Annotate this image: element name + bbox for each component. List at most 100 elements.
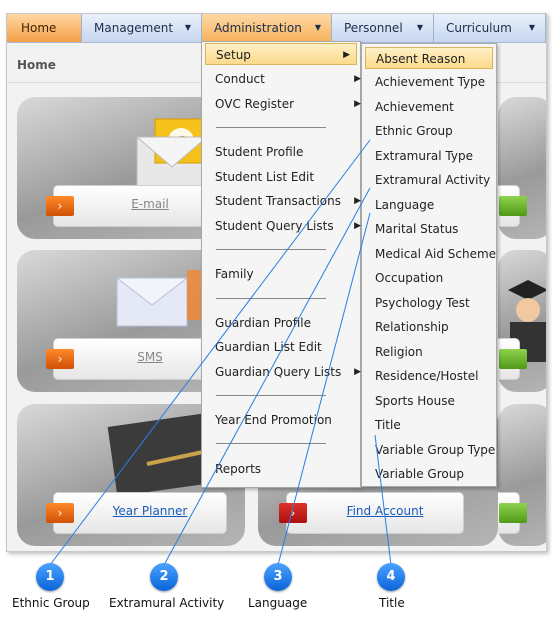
nav-administration-label: Administration bbox=[214, 21, 302, 35]
year-planner-button[interactable]: › Year Planner bbox=[46, 492, 227, 534]
chevron-right-icon bbox=[499, 196, 527, 216]
menu-item-student-query-lists[interactable]: Student Query Lists ▶ bbox=[205, 215, 367, 237]
menu-item-label: Conduct bbox=[215, 72, 265, 86]
menu-separator bbox=[216, 298, 326, 299]
find-account-label: Find Account bbox=[346, 504, 424, 518]
submenu-item-label: Title bbox=[375, 418, 401, 432]
submenu-item-label: Occupation bbox=[375, 271, 444, 285]
menu-item-label: Setup bbox=[216, 48, 251, 62]
nav-administration[interactable]: Administration ▼ bbox=[202, 14, 332, 42]
menu-item-label: Student Profile bbox=[215, 145, 304, 159]
submenu-item-label: Achievement bbox=[375, 100, 454, 114]
callout-4: 4 bbox=[377, 563, 405, 591]
submenu-item-absent-reason[interactable]: Absent Reason bbox=[365, 47, 493, 69]
callout-3: 3 bbox=[264, 563, 292, 591]
menu-item-guardian-list-edit[interactable]: Guardian List Edit bbox=[205, 336, 367, 358]
submenu-item-achievement[interactable]: Achievement bbox=[365, 96, 503, 118]
email-label: E-mail bbox=[131, 197, 169, 211]
submenu-item-label: Variable Group Type bbox=[375, 443, 496, 457]
menu-item-ovc-register[interactable]: OVC Register ▶ bbox=[205, 93, 367, 115]
submenu-item-variable-group-type[interactable]: Variable Group Type bbox=[365, 439, 503, 461]
callout-1-caption: Ethnic Group bbox=[12, 596, 90, 610]
submenu-item-label: Absent Reason bbox=[376, 52, 466, 66]
menu-item-label: Guardian Query Lists bbox=[215, 365, 342, 379]
submenu-item-religion[interactable]: Religion bbox=[365, 341, 503, 363]
submenu-item-label: Sports House bbox=[375, 394, 455, 408]
menu-separator bbox=[216, 127, 326, 128]
submenu-item-language[interactable]: Language bbox=[365, 194, 503, 216]
submenu-item-title[interactable]: Title bbox=[365, 414, 503, 436]
menu-item-label: Student List Edit bbox=[215, 170, 315, 184]
submenu-item-relationship[interactable]: Relationship bbox=[365, 316, 503, 338]
menu-item-guardian-query-lists[interactable]: Guardian Query Lists ▶ bbox=[205, 361, 367, 383]
chevron-down-icon: ▼ bbox=[314, 23, 321, 32]
menu-item-year-end-promotion[interactable]: Year End Promotion bbox=[205, 409, 367, 431]
submenu-item-sports-house[interactable]: Sports House bbox=[365, 390, 503, 412]
tile-right-3 bbox=[498, 404, 546, 546]
menu-item-conduct[interactable]: Conduct ▶ bbox=[205, 68, 367, 90]
chevron-right-icon: › bbox=[46, 349, 74, 369]
chevron-down-icon: ▼ bbox=[528, 23, 535, 32]
menu-item-setup[interactable]: Setup ▶ bbox=[205, 43, 357, 65]
nav-home[interactable]: Home bbox=[7, 14, 82, 42]
submenu-item-label: Language bbox=[375, 198, 435, 212]
submenu-item-medical-aid-scheme[interactable]: Medical Aid Scheme bbox=[365, 243, 503, 265]
submenu-item-label: Variable Group bbox=[375, 467, 464, 481]
submenu-item-ethnic-group[interactable]: Ethnic Group bbox=[365, 120, 503, 142]
nav-management-label: Management bbox=[94, 21, 174, 35]
submenu-item-psychology-test[interactable]: Psychology Test bbox=[365, 292, 503, 314]
chevron-right-icon: ▶ bbox=[354, 99, 361, 109]
submenu-item-label: Psychology Test bbox=[375, 296, 470, 310]
tile-right-1 bbox=[498, 97, 546, 239]
chevron-right-icon: › bbox=[46, 196, 74, 216]
menu-item-student-list-edit[interactable]: Student List Edit bbox=[205, 166, 367, 188]
callout-2-caption: Extramural Activity bbox=[109, 596, 225, 610]
submenu-item-label: Medical Aid Scheme bbox=[375, 247, 497, 261]
submenu-item-residence-hostel[interactable]: Residence/Hostel bbox=[365, 365, 503, 387]
submenu-item-label: Residence/Hostel bbox=[375, 369, 479, 383]
chevron-down-icon: ▼ bbox=[184, 23, 191, 32]
submenu-item-achievement-type[interactable]: Achievement Type bbox=[365, 71, 503, 93]
menu-separator bbox=[216, 443, 326, 444]
submenu-item-occupation[interactable]: Occupation bbox=[365, 267, 503, 289]
menu-separator bbox=[216, 249, 326, 250]
menu-item-guardian-profile[interactable]: Guardian Profile bbox=[205, 312, 367, 334]
submenu-item-extramural-type[interactable]: Extramural Type bbox=[365, 145, 503, 167]
chevron-right-icon: ▶ bbox=[354, 367, 361, 377]
chevron-right-icon: ▶ bbox=[354, 196, 361, 206]
submenu-item-label: Marital Status bbox=[375, 222, 459, 236]
nav-personnel[interactable]: Personnel ▼ bbox=[332, 14, 434, 42]
callout-3-caption: Language bbox=[248, 596, 308, 610]
chevron-right-icon bbox=[499, 349, 527, 369]
menu-item-student-profile[interactable]: Student Profile bbox=[205, 141, 367, 163]
nav-management[interactable]: Management ▼ bbox=[82, 14, 202, 42]
callout-2: 2 bbox=[150, 563, 178, 591]
chevron-right-icon: ▶ bbox=[354, 221, 361, 231]
tile-right-3-button[interactable] bbox=[498, 492, 527, 534]
nav-personnel-label: Personnel bbox=[344, 21, 403, 35]
menu-item-student-transactions[interactable]: Student Transactions ▶ bbox=[205, 190, 367, 212]
submenu-item-label: Religion bbox=[375, 345, 423, 359]
chevron-right-icon bbox=[499, 503, 527, 523]
administration-menu: Setup ▶ Conduct ▶ OVC Register ▶ Student Pr… bbox=[201, 41, 361, 488]
year-planner-label: Year Planner bbox=[112, 504, 188, 518]
submenu-item-variable-group[interactable]: Variable Group bbox=[365, 463, 503, 485]
menu-item-label: Guardian Profile bbox=[215, 316, 312, 330]
chevron-right-icon: › bbox=[279, 503, 307, 523]
chevron-right-icon: ▶ bbox=[354, 74, 361, 84]
submenu-item-extramural-activity[interactable]: Extramural Activity bbox=[365, 169, 503, 191]
menu-item-label: Guardian List Edit bbox=[215, 340, 322, 354]
nav-curriculum-label: Curriculum bbox=[446, 21, 512, 35]
submenu-item-marital-status[interactable]: Marital Status bbox=[365, 218, 503, 240]
menu-item-reports[interactable]: Reports bbox=[205, 458, 367, 480]
nav-curriculum[interactable]: Curriculum ▼ bbox=[434, 14, 546, 42]
submenu-item-label: Achievement Type bbox=[375, 75, 486, 89]
menu-item-label: Reports bbox=[215, 462, 262, 476]
callout-4-caption: Title bbox=[379, 596, 405, 610]
chevron-right-icon: › bbox=[46, 503, 74, 523]
submenu-item-label: Ethnic Group bbox=[375, 124, 453, 138]
menu-item-family[interactable]: Family bbox=[205, 263, 367, 285]
menu-item-label: Family bbox=[215, 267, 254, 281]
menu-item-label: Student Transactions bbox=[215, 194, 341, 208]
find-account-button[interactable]: › Find Account bbox=[279, 492, 464, 534]
